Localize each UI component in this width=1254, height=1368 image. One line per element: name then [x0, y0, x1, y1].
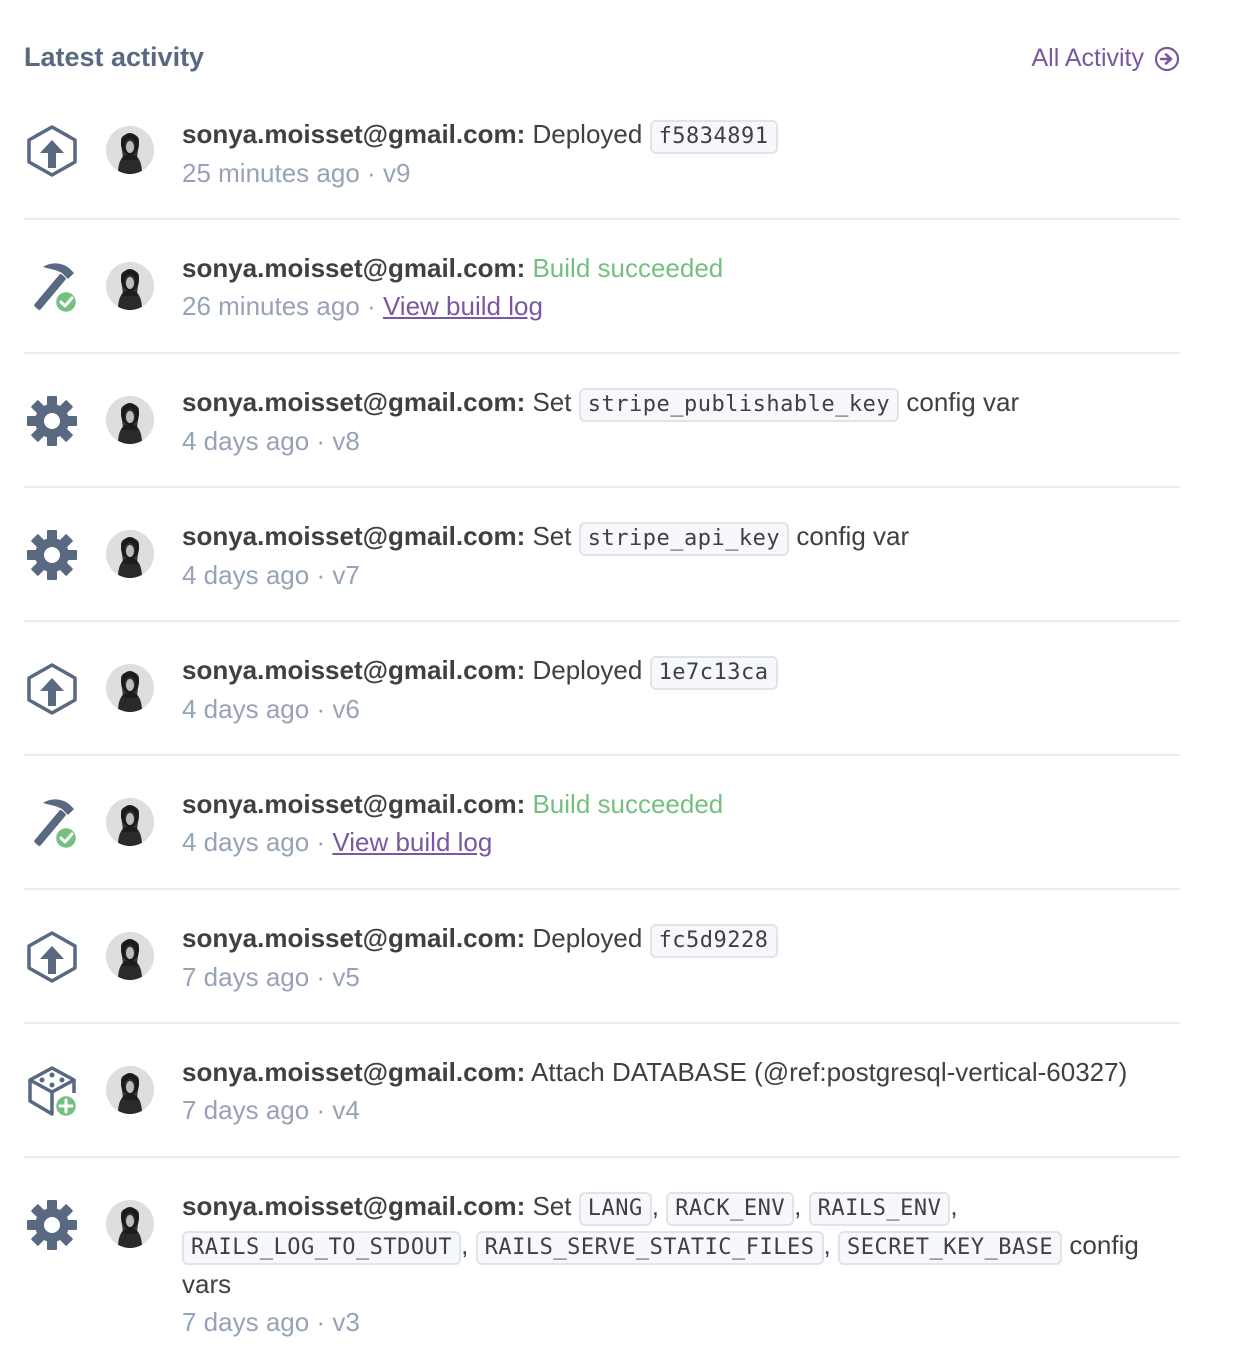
actor-email: sonya.moisset@gmail.com:	[182, 253, 526, 283]
activity-action: Deployed	[532, 119, 643, 149]
meta-separator: ·	[316, 426, 326, 456]
activity-header: Latest activity All Activity	[24, 0, 1180, 118]
release-version: v5	[332, 962, 360, 992]
activity-time: 4 days ago	[182, 827, 310, 857]
meta-separator: ·	[316, 560, 326, 590]
activity-item: sonya.moisset@gmail.com: Set LANG, RACK_…	[24, 1158, 1180, 1358]
all-activity-label[interactable]: All Activity	[1031, 44, 1144, 73]
code-separator: ,	[651, 1191, 659, 1221]
activity-item: sonya.moisset@gmail.com: Set stripe_publ…	[24, 354, 1180, 488]
meta-separator: ·	[316, 1095, 326, 1125]
activity-item: sonya.moisset@gmail.com: Set stripe_api_…	[24, 488, 1180, 622]
activity-time: 25 minutes ago	[182, 158, 360, 188]
commit-hash: fc5d9228	[649, 924, 778, 958]
view-build-log-link[interactable]: View build log	[332, 827, 492, 857]
deploy-icon	[24, 123, 80, 179]
activity-time: 4 days ago	[182, 560, 310, 590]
gear-icon	[24, 393, 80, 449]
config-var-name: RAILS_ENV	[808, 1192, 951, 1226]
activity-action: Deployed	[532, 923, 643, 953]
actor-email: sonya.moisset@gmail.com:	[182, 923, 526, 953]
actor-email: sonya.moisset@gmail.com:	[182, 521, 526, 551]
actor-email: sonya.moisset@gmail.com:	[182, 789, 526, 819]
actor-email: sonya.moisset@gmail.com:	[182, 1057, 526, 1087]
activity-time: 4 days ago	[182, 426, 310, 456]
config-var-name: RACK_ENV	[666, 1192, 795, 1226]
release-version: v8	[332, 426, 360, 456]
gear-icon	[24, 527, 80, 583]
arrow-circle-right-icon[interactable]	[1154, 46, 1180, 72]
section-title: Latest activity	[24, 42, 205, 72]
commit-hash: f5834891	[649, 120, 778, 154]
meta-separator: ·	[316, 827, 326, 857]
avatar	[106, 530, 154, 578]
activity-item: sonya.moisset@gmail.com: Attach DATABASE…	[24, 1024, 1180, 1158]
meta-separator: ·	[316, 962, 326, 992]
meta-separator: ·	[367, 291, 376, 321]
deploy-icon	[24, 661, 80, 717]
actor-email: sonya.moisset@gmail.com:	[182, 119, 526, 149]
avatar	[106, 664, 154, 712]
activity-action: Deployed	[532, 655, 643, 685]
activity-suffix: config var	[796, 521, 910, 551]
activity-item: sonya.moisset@gmail.com: Deployed 1e7c13…	[24, 622, 1180, 756]
activity-action: Set	[532, 521, 572, 551]
build-status: Build succeeded	[532, 253, 724, 283]
all-activity-link[interactable]: All Activity	[1031, 44, 1180, 73]
activity-item: sonya.moisset@gmail.com: Deployed f58348…	[24, 118, 1180, 220]
activity-time: 7 days ago	[182, 1095, 310, 1125]
activity-time: 4 days ago	[182, 694, 310, 724]
activity-action: Set	[532, 1191, 572, 1221]
meta-separator: ·	[316, 694, 326, 724]
avatar	[106, 1066, 154, 1114]
release-version: v9	[382, 158, 411, 188]
activity-item: sonya.moisset@gmail.com: Build succeeded…	[24, 756, 1180, 890]
activity-item: sonya.moisset@gmail.com: Build succeeded…	[24, 220, 1180, 354]
release-version: v3	[332, 1307, 360, 1337]
release-version: v4	[332, 1095, 360, 1125]
activity-suffix: config var	[906, 387, 1020, 417]
code-separator: ,	[950, 1191, 958, 1221]
activity-time: 26 minutes ago	[182, 291, 360, 321]
build-success-icon	[24, 795, 80, 851]
view-build-log-link[interactable]: View build log	[383, 291, 543, 321]
actor-email: sonya.moisset@gmail.com:	[182, 1191, 526, 1221]
activity-action: Set	[532, 387, 572, 417]
config-var-name: SECRET_KEY_BASE	[838, 1231, 1063, 1265]
commit-hash: 1e7c13ca	[649, 656, 778, 690]
release-version: v6	[332, 694, 360, 724]
config-var-name: stripe_api_key	[578, 522, 790, 556]
activity-suffix: vars	[182, 1269, 232, 1299]
deploy-icon	[24, 929, 80, 985]
avatar	[106, 932, 154, 980]
activity-time: 7 days ago	[182, 962, 310, 992]
avatar	[106, 126, 154, 174]
gear-icon	[24, 1197, 80, 1253]
latest-activity-panel: Latest activity All Activity sonya.moiss…	[24, 0, 1180, 1358]
config-var-name: RAILS_SERVE_STATIC_FILES	[475, 1231, 824, 1265]
activity-action: Attach DATABASE (@ref:postgresql-vertica…	[531, 1057, 1128, 1087]
meta-separator: ·	[316, 1307, 326, 1337]
activity-item: sonya.moisset@gmail.com: Deployed fc5d92…	[24, 890, 1180, 1024]
config-var-name: stripe_publishable_key	[578, 388, 900, 422]
avatar	[106, 1200, 154, 1248]
avatar	[106, 396, 154, 444]
build-status: Build succeeded	[532, 789, 724, 819]
config-var-name: LANG	[578, 1192, 652, 1226]
code-separator: ,	[794, 1191, 802, 1221]
build-success-icon	[24, 259, 80, 315]
code-separator: ,	[461, 1230, 469, 1260]
config-var-name: RAILS_LOG_TO_STDOUT	[182, 1231, 462, 1265]
avatar	[106, 262, 154, 310]
avatar	[106, 798, 154, 846]
actor-email: sonya.moisset@gmail.com:	[182, 655, 526, 685]
activity-suffix: config	[1069, 1230, 1139, 1260]
meta-separator: ·	[367, 158, 376, 188]
actor-email: sonya.moisset@gmail.com:	[182, 387, 526, 417]
release-version: v7	[332, 560, 360, 590]
code-separator: ,	[823, 1230, 831, 1260]
activity-time: 7 days ago	[182, 1307, 310, 1337]
addon-attach-icon	[24, 1063, 80, 1119]
